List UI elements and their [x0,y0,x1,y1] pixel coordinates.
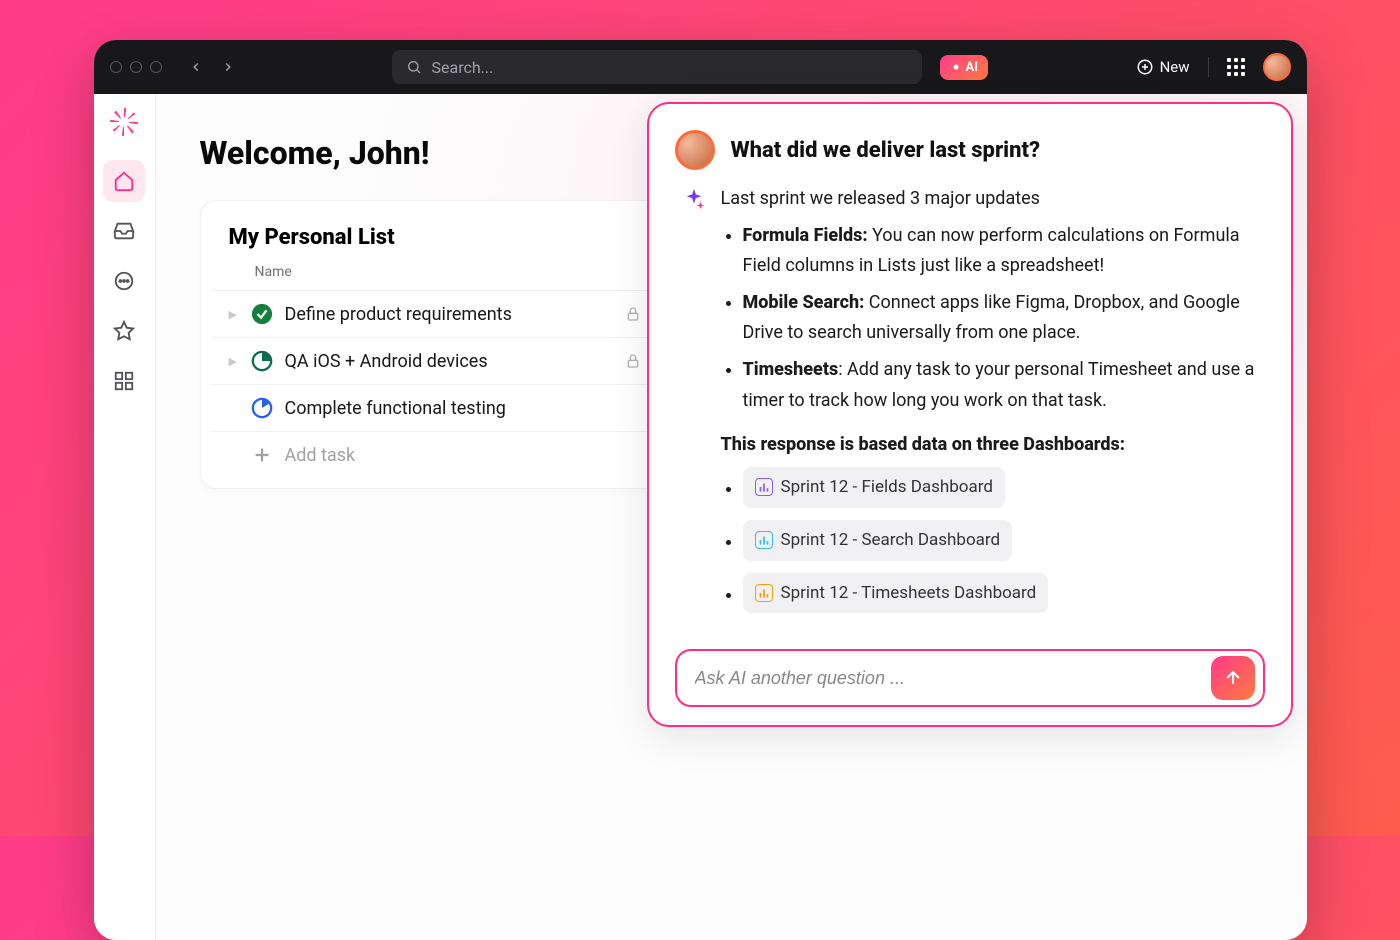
status-done-icon [251,303,273,325]
dashboard-chip[interactable]: Sprint 12 - Search Dashboard [743,520,1013,561]
ai-pill-button[interactable]: AI [940,55,989,80]
ai-update-item: Formula Fields: You can now perform calc… [743,221,1265,282]
sidebar-item-home[interactable] [103,160,145,202]
task-title: Complete functional testing [285,398,641,419]
user-avatar[interactable] [1263,53,1291,81]
ai-response: Last sprint we released 3 major updates … [675,184,1265,625]
chip-label: Sprint 12 - Timesheets Dashboard [781,579,1037,608]
app-window: Search... AI New [94,40,1307,940]
ai-intro-text: Last sprint we released 3 major updates [721,184,1265,215]
ai-followup-input[interactable] [695,668,1201,689]
sparkle-icon [950,61,962,73]
ai-chat-panel: What did we deliver last sprint? Last sp… [647,102,1293,727]
plus-circle-icon [1136,58,1154,76]
traffic-minimize-icon[interactable] [130,61,142,73]
dashboard-chip[interactable]: Sprint 12 - Timesheets Dashboard [743,573,1049,614]
inbox-icon [113,220,135,242]
traffic-zoom-icon[interactable] [150,61,162,73]
ai-source-item: Sprint 12 - Search Dashboard [743,520,1265,561]
task-row[interactable]: ▶ QA iOS + Android devices [211,337,659,384]
global-search[interactable]: Search... [392,50,922,84]
sidebar [94,94,156,940]
sidebar-item-more[interactable] [103,260,145,302]
arrow-up-icon [1223,668,1243,688]
divider [1208,57,1209,77]
home-icon [113,170,135,192]
ai-sources-list: Sprint 12 - Fields Dashboard Sprint 12 -… [721,467,1265,614]
new-button[interactable]: New [1136,58,1190,76]
new-button-label: New [1160,58,1190,76]
window-controls[interactable] [110,61,162,73]
lock-icon [625,306,641,322]
ai-send-button[interactable] [1211,656,1255,700]
task-title: Define product requirements [285,304,613,325]
column-header-name: Name [211,258,659,290]
sidebar-item-favorites[interactable] [103,310,145,352]
sidebar-item-dashboards[interactable] [103,360,145,402]
personal-list-card: My Personal List Name ▶ Define product r… [200,200,670,489]
chip-label: Sprint 12 - Search Dashboard [781,526,1001,555]
plus-icon [251,444,273,466]
list-title: My Personal List [211,225,659,258]
search-placeholder: Search... [432,58,494,77]
titlebar: Search... AI New [94,40,1307,94]
nav-back-button[interactable] [182,53,210,81]
add-task-label: Add task [285,445,356,466]
user-avatar [675,130,715,170]
task-row[interactable]: ▶ Complete functional testing [211,384,659,431]
lock-icon [625,353,641,369]
task-title: QA iOS + Android devices [285,351,613,372]
add-task-button[interactable]: ▶ Add task [211,431,659,478]
nav-forward-button[interactable] [214,53,242,81]
chart-icon [755,531,773,549]
chart-icon [755,478,773,496]
grid-icon [113,370,135,392]
ai-source-item: Sprint 12 - Timesheets Dashboard [743,573,1265,614]
chart-icon [755,584,773,602]
more-horizontal-icon [113,270,135,292]
chip-label: Sprint 12 - Fields Dashboard [781,473,993,502]
ai-followup-box[interactable] [675,649,1265,707]
ai-user-message: What did we deliver last sprint? [675,130,1265,170]
dashboard-chip[interactable]: Sprint 12 - Fields Dashboard [743,467,1005,508]
traffic-close-icon[interactable] [110,61,122,73]
app-logo-icon[interactable] [110,108,138,136]
expand-icon[interactable]: ▶ [229,308,239,321]
ai-sources-heading: This response is based data on three Das… [721,430,1265,461]
ai-source-item: Sprint 12 - Fields Dashboard [743,467,1265,508]
expand-icon[interactable]: ▶ [229,355,239,368]
status-progress-icon [251,350,273,372]
status-pending-icon [251,397,273,419]
main-content: Welcome, John! My Personal List Name ▶ D… [156,94,1307,940]
task-row[interactable]: ▶ Define product requirements [211,290,659,337]
sidebar-item-inbox[interactable] [103,210,145,252]
ai-question-text: What did we deliver last sprint? [731,138,1041,163]
apps-grid-button[interactable] [1227,58,1245,76]
star-icon [113,320,135,342]
ai-sparkle-icon [683,188,705,210]
ai-pill-label: AI [966,60,979,75]
ai-update-list: Formula Fields: You can now perform calc… [721,221,1265,417]
search-icon [406,59,422,75]
ai-update-item: Timesheets: Add any task to your persona… [743,355,1265,416]
ai-update-item: Mobile Search: Connect apps like Figma, … [743,288,1265,349]
